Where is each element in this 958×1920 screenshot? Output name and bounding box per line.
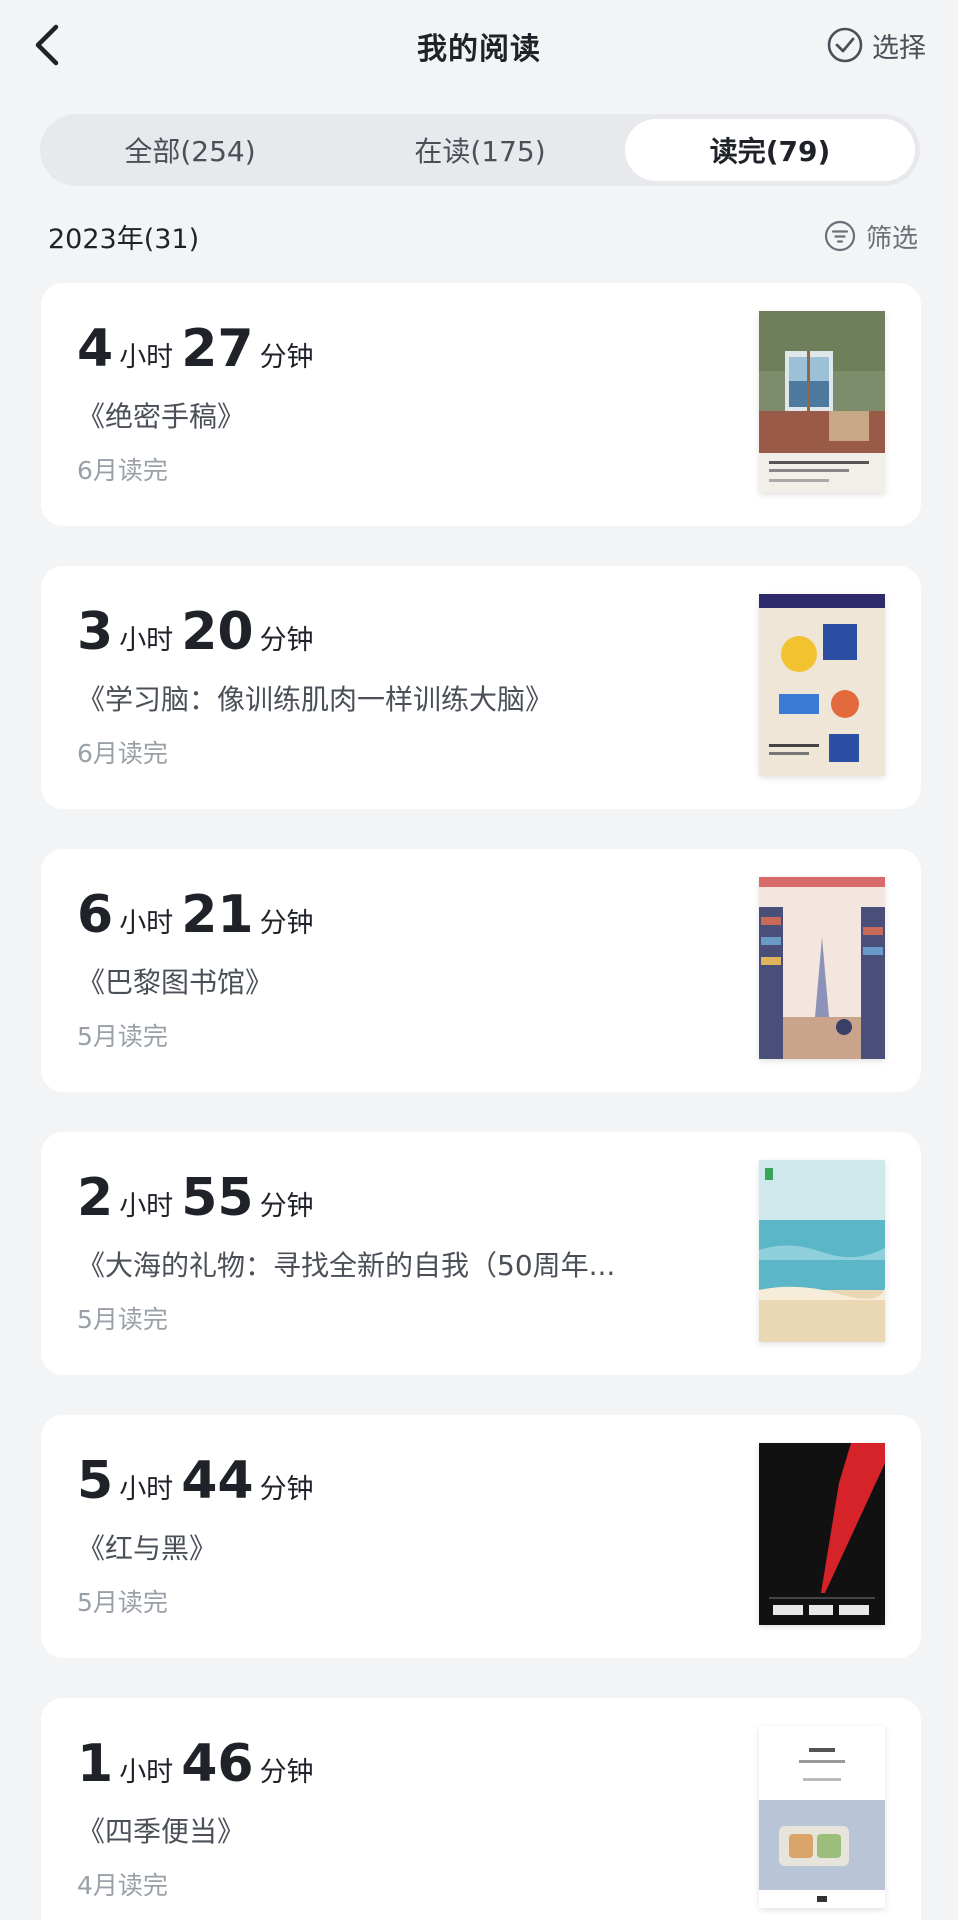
hours-value: 6: [77, 885, 114, 945]
book-cover: [759, 594, 885, 776]
finish-date: 6月读完: [77, 739, 168, 768]
minutes-value: 55: [181, 1168, 254, 1228]
reading-time: 5 小时 44 分钟: [77, 1451, 322, 1511]
filter-label: 筛选: [865, 223, 918, 254]
book-cover: [759, 311, 885, 493]
book-card[interactable]: 2 小时 55 分钟 《大海的礼物：寻找全新的自我（50周年... 5月读完: [41, 1132, 921, 1375]
hours-value: 2: [77, 1168, 114, 1228]
book-cover: [759, 877, 885, 1059]
hours-unit: 小时: [119, 1757, 174, 1788]
top-bar: 我的阅读 选择: [0, 0, 958, 95]
filter-icon: [824, 220, 856, 252]
minutes-value: 27: [181, 319, 254, 379]
minutes-unit: 分钟: [259, 625, 314, 656]
reading-time: 4 小时 27 分钟: [77, 319, 322, 379]
finish-date: 5月读完: [77, 1022, 168, 1051]
reading-time: 3 小时 20 分钟: [77, 602, 322, 662]
book-card[interactable]: 6 小时 21 分钟 《巴黎图书馆》 5月读完: [41, 849, 921, 1092]
book-title: 《巴黎图书馆》: [77, 966, 274, 999]
book-card[interactable]: 1 小时 46 分钟 《四季便当》 4月读完: [41, 1698, 921, 1920]
hours-unit: 小时: [119, 1474, 174, 1505]
minutes-unit: 分钟: [259, 1757, 314, 1788]
book-title: 《红与黑》: [77, 1532, 218, 1565]
reading-time: 6 小时 21 分钟: [77, 885, 322, 945]
minutes-unit: 分钟: [259, 1474, 314, 1505]
book-card[interactable]: 5 小时 44 分钟 《红与黑》 5月读完: [41, 1415, 921, 1658]
minutes-value: 44: [181, 1451, 254, 1511]
minutes-unit: 分钟: [259, 908, 314, 939]
finish-date: 5月读完: [77, 1588, 168, 1617]
minutes-value: 46: [181, 1734, 254, 1794]
reading-time: 2 小时 55 分钟: [77, 1168, 322, 1228]
hours-unit: 小时: [119, 908, 174, 939]
segment-tabs: 全部(254) 在读(175) 读完(79): [40, 114, 920, 186]
select-button[interactable]: 选择: [826, 24, 926, 66]
book-cover: [759, 1160, 885, 1342]
minutes-value: 20: [181, 602, 254, 662]
tab-finished[interactable]: 读完(79): [625, 119, 915, 181]
finish-date: 4月读完: [77, 1871, 168, 1900]
hours-unit: 小时: [119, 342, 174, 373]
book-title: 《大海的礼物：寻找全新的自我（50周年...: [77, 1249, 616, 1282]
tab-all[interactable]: 全部(254): [45, 119, 335, 181]
reading-time: 1 小时 46 分钟: [77, 1734, 322, 1794]
page-title: 我的阅读: [417, 32, 541, 67]
minutes-unit: 分钟: [259, 342, 314, 373]
year-header: 2023年(31) 筛选: [48, 214, 918, 258]
select-label: 选择: [872, 32, 926, 64]
minutes-unit: 分钟: [259, 1191, 314, 1222]
tab-reading[interactable]: 在读(175): [335, 119, 625, 181]
finish-date: 5月读完: [77, 1305, 168, 1334]
check-circle-icon: [827, 27, 863, 63]
hours-unit: 小时: [119, 1191, 174, 1222]
book-title: 《四季便当》: [77, 1815, 246, 1848]
hours-value: 1: [77, 1734, 114, 1794]
book-cover: [759, 1443, 885, 1625]
hours-value: 5: [77, 1451, 114, 1511]
hours-value: 4: [77, 319, 114, 379]
filter-button[interactable]: 筛选: [824, 218, 918, 255]
book-title: 《绝密手稿》: [77, 400, 246, 433]
book-title: 《学习脑：像训练肌肉一样训练大脑》: [77, 683, 554, 716]
hours-value: 3: [77, 602, 114, 662]
book-list: 4 小时 27 分钟 《绝密手稿》 6月读完 3 小时 20 分钟 《学习脑：像…: [41, 283, 921, 1920]
hours-unit: 小时: [119, 625, 174, 656]
book-card[interactable]: 4 小时 27 分钟 《绝密手稿》 6月读完: [41, 283, 921, 526]
year-label: 2023年(31): [48, 223, 200, 255]
finish-date: 6月读完: [77, 456, 168, 485]
book-cover: [759, 1726, 885, 1908]
book-card[interactable]: 3 小时 20 分钟 《学习脑：像训练肌肉一样训练大脑》 6月读完: [41, 566, 921, 809]
minutes-value: 21: [181, 885, 254, 945]
